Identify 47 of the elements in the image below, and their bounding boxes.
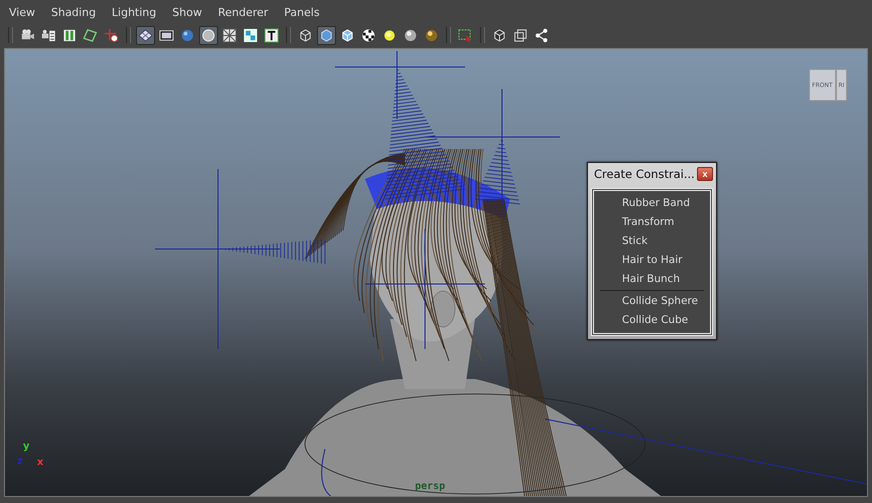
camera-label: persp	[415, 481, 446, 492]
selection-box-icon	[458, 28, 473, 42]
plane-icon	[83, 28, 98, 42]
menu-item[interactable]: Show	[167, 6, 207, 18]
menu-item[interactable]: Panels	[279, 6, 325, 18]
toolbar-button[interactable]	[220, 26, 239, 44]
sphere-icon	[180, 28, 195, 42]
menu-item[interactable]: Shading	[46, 6, 101, 18]
menu-item[interactable]: Stick	[596, 232, 708, 251]
menu-item[interactable]: Transform	[596, 213, 708, 232]
wire-cube-icon	[298, 28, 313, 42]
cube-icon	[492, 28, 507, 42]
sphere-icon	[403, 28, 418, 42]
circle-icon	[201, 28, 216, 42]
close-button[interactable]: x	[697, 167, 713, 181]
toolbar-button[interactable]	[136, 26, 155, 44]
crossed-grid-icon	[222, 28, 237, 42]
crosshair-icon	[104, 28, 119, 42]
checker-icon	[361, 28, 376, 42]
film-icon	[159, 28, 174, 42]
menu-item[interactable]: Lighting	[106, 6, 162, 18]
cube-icon	[340, 28, 355, 42]
camera-list-icon	[41, 28, 56, 42]
menu-item[interactable]: Collide Cube	[596, 311, 708, 330]
share-icon	[534, 28, 549, 42]
menu-item[interactable]: Hair to Hair	[596, 251, 708, 270]
dialog-title: Create Constrai...	[594, 167, 695, 181]
toolbar-button[interactable]	[262, 26, 281, 44]
axis-label: y	[23, 441, 30, 452]
menu-item[interactable]: Hair Bunch	[596, 270, 708, 289]
light-bulb-icon	[382, 28, 397, 42]
nodes-icon	[243, 28, 258, 42]
text-tool-icon	[264, 28, 279, 42]
overlapping-squares-icon	[513, 28, 528, 42]
menu-item[interactable]: Rubber Band	[596, 194, 708, 213]
axis-label: x	[37, 457, 44, 468]
grid-plane-icon	[138, 28, 153, 42]
axis-label: z	[17, 456, 23, 467]
book-icon	[62, 28, 77, 42]
menu-item[interactable]: Collide Sphere	[596, 292, 708, 311]
menu-item[interactable]: Renderer	[212, 6, 274, 18]
menu-item[interactable]: View	[4, 6, 40, 18]
camera-icon	[20, 28, 35, 42]
toolbar-button[interactable]	[317, 26, 336, 44]
toolbar-button[interactable]	[199, 26, 218, 44]
shaded-cube-icon	[319, 28, 334, 42]
sphere-icon	[424, 28, 439, 42]
